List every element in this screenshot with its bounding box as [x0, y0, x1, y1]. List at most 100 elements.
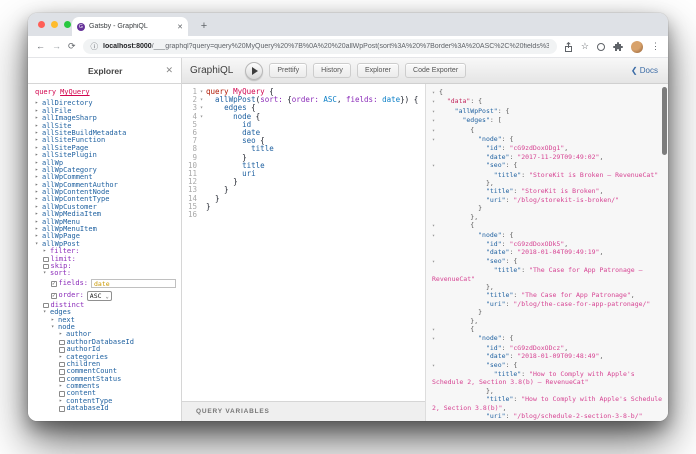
field-label[interactable]: order:: [59, 291, 84, 299]
editor-line[interactable]: 15}: [182, 202, 425, 211]
tab-close-icon[interactable]: ✕: [177, 23, 183, 31]
field-checkbox[interactable]: [59, 391, 65, 397]
fold-arrow-icon[interactable]: ▾: [432, 136, 439, 144]
fold-arrow-icon[interactable]: ▾: [432, 326, 439, 334]
fold-arrow-icon[interactable]: ▾: [432, 162, 439, 170]
back-icon[interactable]: ←: [36, 42, 45, 51]
explorer-row-databaseid[interactable]: databaseId: [35, 404, 181, 412]
expand-arrow-icon[interactable]: ▸: [35, 233, 42, 240]
expand-arrow-icon[interactable]: ▸: [35, 137, 42, 144]
result-scrollbar-thumb[interactable]: [662, 87, 667, 155]
fold-arrow-icon[interactable]: ▾: [432, 127, 439, 135]
expand-arrow-icon[interactable]: ▸: [35, 174, 42, 181]
expand-arrow-icon[interactable]: ▸: [35, 152, 42, 159]
fold-arrow-icon[interactable]: ▾: [432, 362, 439, 370]
field-checkbox[interactable]: [59, 376, 65, 383]
explorer-row-node[interactable]: ▾ node: [35, 323, 181, 331]
browser-tab[interactable]: G Gatsby - GraphiQL ✕: [72, 17, 188, 36]
expand-arrow-icon[interactable]: ▸: [35, 160, 42, 167]
collapse-arrow-icon[interactable]: ▾: [51, 324, 58, 331]
expand-arrow-icon[interactable]: ▸: [35, 100, 42, 107]
reload-icon[interactable]: ⟳: [68, 42, 76, 51]
field-checkbox[interactable]: ✓: [51, 281, 57, 287]
explorer-close-icon[interactable]: ✕: [165, 65, 173, 76]
fold-arrow-icon[interactable]: ▾: [197, 88, 206, 96]
menu-dots-icon[interactable]: ⋮: [651, 42, 660, 51]
close-window-button[interactable]: [38, 21, 45, 28]
fold-arrow-icon[interactable]: ▾: [432, 222, 439, 230]
sort-fields-input[interactable]: date: [91, 279, 176, 289]
field-checkbox[interactable]: [43, 302, 49, 309]
expand-arrow-icon[interactable]: ▸: [59, 331, 66, 338]
field-label[interactable]: sort:: [50, 269, 71, 277]
explorer-query-row[interactable]: query MyQuery: [35, 88, 181, 96]
field-checkbox[interactable]: ✓: [51, 293, 57, 299]
fold-arrow-icon[interactable]: ▾: [432, 117, 439, 125]
fold-arrow-icon[interactable]: ▾: [432, 258, 439, 266]
expand-arrow-icon[interactable]: ▸: [35, 108, 42, 115]
expand-arrow-icon[interactable]: ▸: [35, 130, 42, 137]
explorer-row-categories[interactable]: ▸ categories: [35, 353, 181, 361]
field-checkbox[interactable]: [59, 361, 65, 368]
query-editor-code[interactable]: 1 ▾ query MyQuery {2 ▾ allWpPost(sort: {ord…: [182, 87, 425, 219]
expand-arrow-icon[interactable]: ▸: [35, 204, 42, 211]
expand-arrow-icon[interactable]: ▸: [59, 354, 66, 361]
expand-arrow-icon[interactable]: ▸: [35, 196, 42, 203]
expand-arrow-icon[interactable]: ▸: [35, 182, 42, 189]
zoom-window-button[interactable]: [64, 21, 71, 28]
extension-icon[interactable]: [597, 42, 605, 51]
field-checkbox[interactable]: [43, 263, 49, 270]
fold-arrow-icon[interactable]: ▾: [197, 113, 206, 121]
forward-icon[interactable]: →: [52, 42, 61, 51]
expand-arrow-icon[interactable]: ▸: [35, 115, 42, 122]
expand-arrow-icon[interactable]: ▸: [51, 317, 58, 324]
expand-arrow-icon[interactable]: ▸: [35, 123, 42, 130]
execute-button[interactable]: [245, 61, 264, 80]
explorer-row-sort[interactable]: ▾ sort:: [35, 269, 181, 277]
fold-arrow-icon[interactable]: ▾: [197, 104, 206, 112]
extensions-puzzle-icon[interactable]: [613, 41, 623, 52]
omnibox[interactable]: ⓘ localhost:8000/___graphql?query=query%…: [82, 39, 557, 54]
field-checkbox[interactable]: [59, 369, 65, 375]
expand-arrow-icon[interactable]: ▸: [35, 145, 42, 152]
prettify-button[interactable]: Prettify: [269, 63, 308, 78]
expand-arrow-icon[interactable]: ▸: [35, 219, 42, 226]
field-checkbox[interactable]: [59, 347, 65, 353]
fold-arrow-icon[interactable]: ▾: [432, 98, 439, 106]
fold-arrow-icon[interactable]: ▾: [432, 232, 439, 240]
history-button[interactable]: History: [313, 63, 351, 78]
explorer-row-authordatabaseid[interactable]: authorDatabaseId: [35, 338, 181, 346]
expand-arrow-icon[interactable]: ▸: [59, 383, 66, 390]
query-editor[interactable]: 1 ▾ query MyQuery {2 ▾ allWpPost(sort: {ord…: [182, 84, 425, 421]
collapse-arrow-icon[interactable]: ▾: [43, 270, 50, 277]
expand-arrow-icon[interactable]: ▸: [35, 167, 42, 174]
site-info-icon[interactable]: ⓘ: [91, 41, 99, 52]
query-name[interactable]: MyQuery: [60, 88, 90, 96]
docs-link[interactable]: ❮ Docs: [631, 66, 658, 75]
fold-arrow-icon[interactable]: ▾: [432, 89, 439, 97]
new-tab-button[interactable]: +: [196, 19, 212, 35]
minimize-window-button[interactable]: [51, 21, 58, 28]
field-checkbox[interactable]: [43, 256, 49, 263]
explorer-row-edges[interactable]: ▾ edges: [35, 308, 181, 316]
expand-arrow-icon[interactable]: ▸: [35, 189, 42, 196]
result-panel[interactable]: ▾{▾ "data": {▾ "allWpPost": {▾ "edges": …: [426, 84, 668, 421]
profile-avatar[interactable]: [631, 40, 643, 53]
expand-arrow-icon[interactable]: ▸: [43, 248, 50, 255]
explorer-row-next[interactable]: ▸ next: [35, 316, 181, 324]
fold-arrow-icon[interactable]: ▾: [432, 335, 439, 343]
collapse-arrow-icon[interactable]: ▾: [43, 309, 50, 316]
fold-arrow-icon[interactable]: ▾: [197, 96, 206, 104]
field-label[interactable]: databaseId: [67, 404, 109, 412]
code-exporter-button[interactable]: Code Exporter: [405, 63, 467, 78]
query-variables-bar[interactable]: QUERY VARIABLES: [182, 401, 425, 421]
expand-arrow-icon[interactable]: ▸: [35, 211, 42, 218]
explorer-row-order[interactable]: ✓ order: ASC ⌄: [35, 290, 181, 302]
explorer-row-comments[interactable]: ▸ comments: [35, 382, 181, 390]
expand-arrow-icon[interactable]: ▸: [35, 226, 42, 233]
sort-order-select[interactable]: ASC ⌄: [86, 290, 112, 301]
editor-line[interactable]: 14 }: [182, 194, 425, 203]
explorer-row-commentstatus[interactable]: commentStatus: [35, 375, 181, 383]
field-label[interactable]: fields:: [59, 279, 89, 287]
field-checkbox[interactable]: [59, 339, 65, 346]
